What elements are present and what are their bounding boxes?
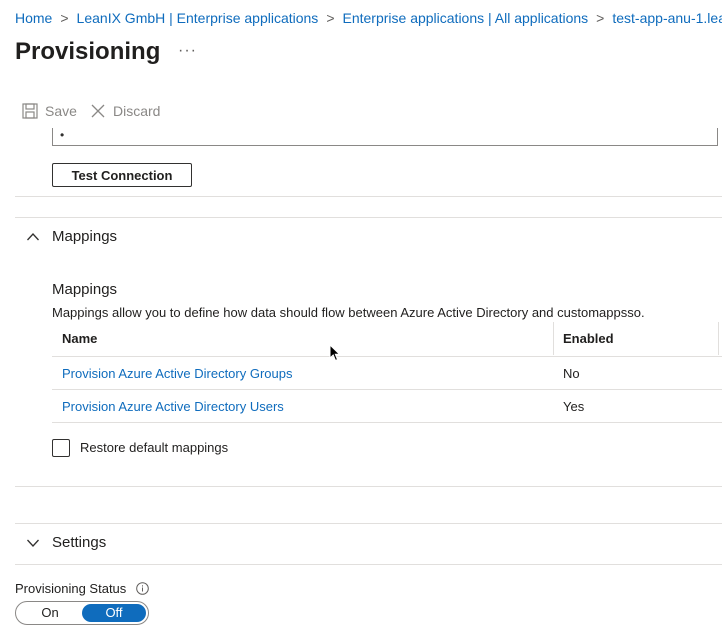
breadcrumb-separator: >	[596, 10, 605, 26]
restore-default-mappings-checkbox[interactable]	[52, 439, 70, 457]
breadcrumb-home[interactable]: Home	[15, 10, 52, 26]
column-header-name[interactable]: Name	[62, 331, 97, 346]
mapping-link-users[interactable]: Provision Azure Active Directory Users	[62, 399, 284, 414]
save-icon	[22, 103, 38, 119]
divider	[15, 486, 722, 487]
discard-label: Discard	[113, 103, 161, 119]
divider	[15, 523, 722, 524]
secret-token-input[interactable]	[52, 128, 718, 146]
mouse-cursor-icon	[329, 344, 341, 362]
mappings-subtitle: Mappings	[52, 281, 118, 298]
breadcrumb-separator: >	[60, 10, 69, 26]
test-connection-button[interactable]: Test Connection	[52, 163, 192, 187]
breadcrumb-all-applications[interactable]: Enterprise applications | All applicatio…	[343, 10, 589, 26]
breadcrumb-app[interactable]: test-app-anu-1.lea	[612, 10, 722, 26]
divider	[15, 564, 722, 565]
chevron-down-icon	[27, 539, 39, 547]
table-divider	[52, 389, 722, 390]
mapping-link-groups[interactable]: Provision Azure Active Directory Groups	[62, 366, 292, 381]
restore-default-mappings-label[interactable]: Restore default mappings	[80, 440, 228, 455]
column-header-enabled[interactable]: Enabled	[563, 331, 614, 346]
divider	[15, 196, 722, 197]
page-title: Provisioning	[15, 38, 161, 65]
column-divider	[553, 322, 554, 355]
mapping-enabled-users: Yes	[563, 399, 585, 414]
save-label: Save	[45, 103, 77, 119]
mappings-description: Mappings allow you to define how data sh…	[52, 305, 645, 320]
provisioning-status-label: Provisioning Status	[15, 581, 127, 596]
breadcrumb-separator: >	[326, 10, 335, 26]
breadcrumb: Home > LeanIX GmbH | Enterprise applicatio…	[15, 10, 722, 26]
toggle-off-option[interactable]: Off	[82, 604, 146, 622]
more-options-icon[interactable]: ···	[178, 42, 197, 60]
mappings-section-toggle[interactable]: Mappings	[26, 228, 117, 245]
column-divider	[718, 322, 719, 355]
settings-section-toggle[interactable]: Settings	[26, 534, 106, 551]
chevron-up-icon	[27, 232, 39, 240]
secret-token-value: •	[60, 128, 65, 142]
discard-button[interactable]: Discard	[90, 103, 160, 119]
divider	[15, 217, 722, 218]
close-icon	[91, 104, 105, 118]
settings-section-title: Settings	[52, 534, 107, 551]
table-divider	[52, 422, 722, 423]
mappings-section-title: Mappings	[52, 228, 118, 245]
toggle-on-option[interactable]: On	[18, 604, 82, 622]
provisioning-status-toggle[interactable]: On Off	[15, 601, 149, 625]
breadcrumb-tenant[interactable]: LeanIX GmbH | Enterprise applications	[77, 10, 319, 26]
table-divider	[52, 356, 722, 357]
save-button[interactable]: Save	[22, 103, 77, 119]
info-icon[interactable]	[136, 582, 149, 595]
mapping-enabled-groups: No	[563, 366, 580, 381]
